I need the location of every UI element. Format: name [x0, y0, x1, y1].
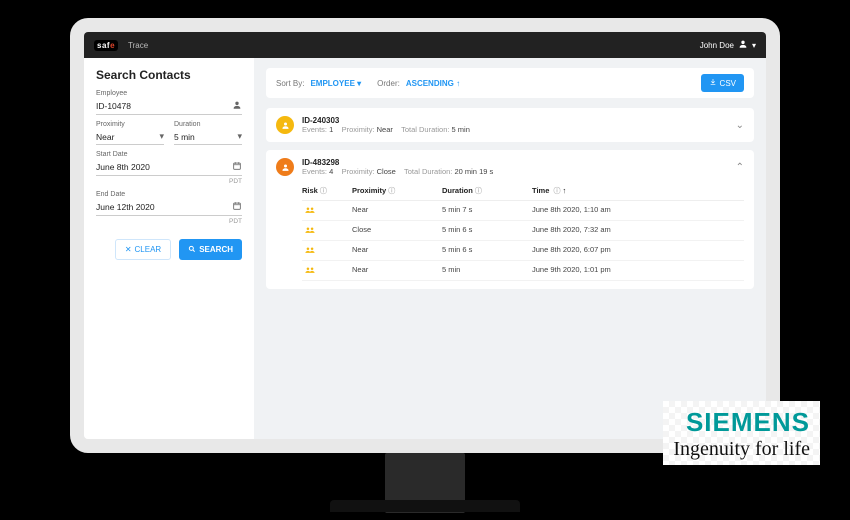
- start-date-field[interactable]: June 8th 2020: [96, 158, 242, 176]
- table-row[interactable]: Near5 min 6 sJune 8th 2020, 6:07 pm: [302, 241, 744, 261]
- brand-logo: safe Trace: [94, 40, 148, 51]
- table-row[interactable]: Near5 minJune 9th 2020, 1:01 pm: [302, 261, 744, 281]
- cell-time: June 8th 2020, 1:10 am: [532, 205, 744, 216]
- info-icon: ⓘ: [388, 188, 395, 195]
- duration-label: Duration: [174, 121, 242, 128]
- col-time[interactable]: Time ⓘ ↑: [532, 186, 744, 196]
- chevron-down-icon: ▾: [752, 41, 756, 50]
- end-date-field[interactable]: June 12th 2020: [96, 198, 242, 216]
- clear-button[interactable]: ✕ CLEAR: [115, 239, 171, 260]
- proximity-label: Proximity: [96, 121, 164, 128]
- sort-by-label: Sort By:: [276, 79, 304, 88]
- user-icon: [738, 39, 748, 51]
- employee-field[interactable]: ID-10478: [96, 97, 242, 115]
- end-date-label: End Date: [96, 191, 242, 198]
- chevron-up-icon: ⌃: [736, 162, 744, 173]
- person-icon: [232, 100, 242, 112]
- info-icon: ⓘ: [475, 188, 482, 195]
- export-csv-button[interactable]: CSV: [701, 74, 744, 92]
- cell-duration: 5 min 7 s: [442, 205, 532, 216]
- event-table: RiskⓘProximityⓘDurationⓘTime ⓘ ↑Near5 mi…: [302, 182, 744, 281]
- cell-time: June 8th 2020, 6:07 pm: [532, 245, 744, 256]
- result-meta: Events: 1 Proximity: Near Total Duration…: [302, 125, 470, 134]
- user-name: John Doe: [700, 41, 734, 50]
- topbar: safe Trace John Doe ▾: [84, 32, 766, 58]
- sort-bar: Sort By: EMPLOYEE ▾ Order: ASCENDING ↑ C…: [266, 68, 754, 98]
- app-window: safe Trace John Doe ▾ Search Contacts Em…: [70, 18, 780, 453]
- cell-time: June 8th 2020, 7:32 am: [532, 225, 744, 236]
- user-menu[interactable]: John Doe ▾: [700, 39, 756, 51]
- end-date-tz: PDT: [96, 218, 242, 225]
- result-id: ID-483298: [302, 158, 493, 167]
- start-date-label: Start Date: [96, 151, 242, 158]
- siemens-logo: SIEMENS Ingenuity for life: [663, 401, 820, 465]
- order-label: Order:: [377, 79, 400, 88]
- cell-duration: 5 min 6 s: [442, 225, 532, 236]
- cell-proximity: Near: [352, 265, 442, 276]
- cell-proximity: Near: [352, 245, 442, 256]
- arrow-up-icon: ↑: [456, 79, 460, 88]
- risk-icon: [302, 205, 318, 215]
- cell-duration: 5 min: [442, 265, 532, 276]
- table-row[interactable]: Near5 min 7 sJune 8th 2020, 1:10 am: [302, 201, 744, 221]
- result-card: ID-240303Events: 1 Proximity: Near Total…: [266, 108, 754, 142]
- avatar-icon: [276, 116, 294, 134]
- search-icon: [188, 245, 196, 255]
- start-date-tz: PDT: [96, 178, 242, 185]
- duration-select[interactable]: 5 min ▾: [174, 128, 242, 145]
- cell-proximity: Near: [352, 205, 442, 216]
- proximity-select[interactable]: Near ▾: [96, 128, 164, 145]
- result-header[interactable]: ID-483298Events: 4 Proximity: Close Tota…: [276, 158, 744, 176]
- chevron-down-icon: ▾: [237, 131, 242, 142]
- download-icon: [709, 78, 717, 88]
- result-card: ID-483298Events: 4 Proximity: Close Tota…: [266, 150, 754, 289]
- result-header[interactable]: ID-240303Events: 1 Proximity: Near Total…: [276, 116, 744, 134]
- cell-proximity: Close: [352, 225, 442, 236]
- close-icon: ✕: [125, 245, 132, 254]
- panel-title: Search Contacts: [96, 68, 242, 82]
- chevron-down-icon: ⌄: [736, 120, 744, 131]
- brand-section[interactable]: Trace: [128, 41, 148, 50]
- monitor-base: [330, 500, 520, 512]
- table-row[interactable]: Close5 min 6 sJune 8th 2020, 7:32 am: [302, 221, 744, 241]
- order-select[interactable]: ASCENDING ↑: [406, 79, 460, 88]
- sort-by-select[interactable]: EMPLOYEE ▾: [310, 79, 361, 88]
- calendar-icon: [232, 161, 242, 173]
- info-icon: ⓘ: [553, 188, 560, 195]
- table-header: RiskⓘProximityⓘDurationⓘTime ⓘ ↑: [302, 182, 744, 201]
- risk-icon: [302, 245, 318, 255]
- risk-icon: [302, 225, 318, 235]
- arrow-up-icon: ↑: [563, 186, 567, 195]
- col-duration[interactable]: Durationⓘ: [442, 186, 532, 196]
- cell-time: June 9th 2020, 1:01 pm: [532, 265, 744, 276]
- search-panel: Search Contacts Employee ID-10478 Proxim…: [84, 58, 254, 439]
- employee-label: Employee: [96, 90, 242, 97]
- info-icon: ⓘ: [320, 188, 327, 195]
- results-panel: Sort By: EMPLOYEE ▾ Order: ASCENDING ↑ C…: [254, 58, 766, 439]
- calendar-icon: [232, 201, 242, 213]
- search-button[interactable]: SEARCH: [179, 239, 242, 260]
- avatar-icon: [276, 158, 294, 176]
- result-id: ID-240303: [302, 116, 470, 125]
- result-meta: Events: 4 Proximity: Close Total Duratio…: [302, 167, 493, 176]
- chevron-down-icon: ▾: [357, 79, 361, 88]
- col-risk: Riskⓘ: [302, 186, 352, 196]
- risk-icon: [302, 265, 318, 275]
- col-proximity[interactable]: Proximityⓘ: [352, 186, 442, 196]
- cell-duration: 5 min 6 s: [442, 245, 532, 256]
- chevron-down-icon: ▾: [159, 131, 164, 142]
